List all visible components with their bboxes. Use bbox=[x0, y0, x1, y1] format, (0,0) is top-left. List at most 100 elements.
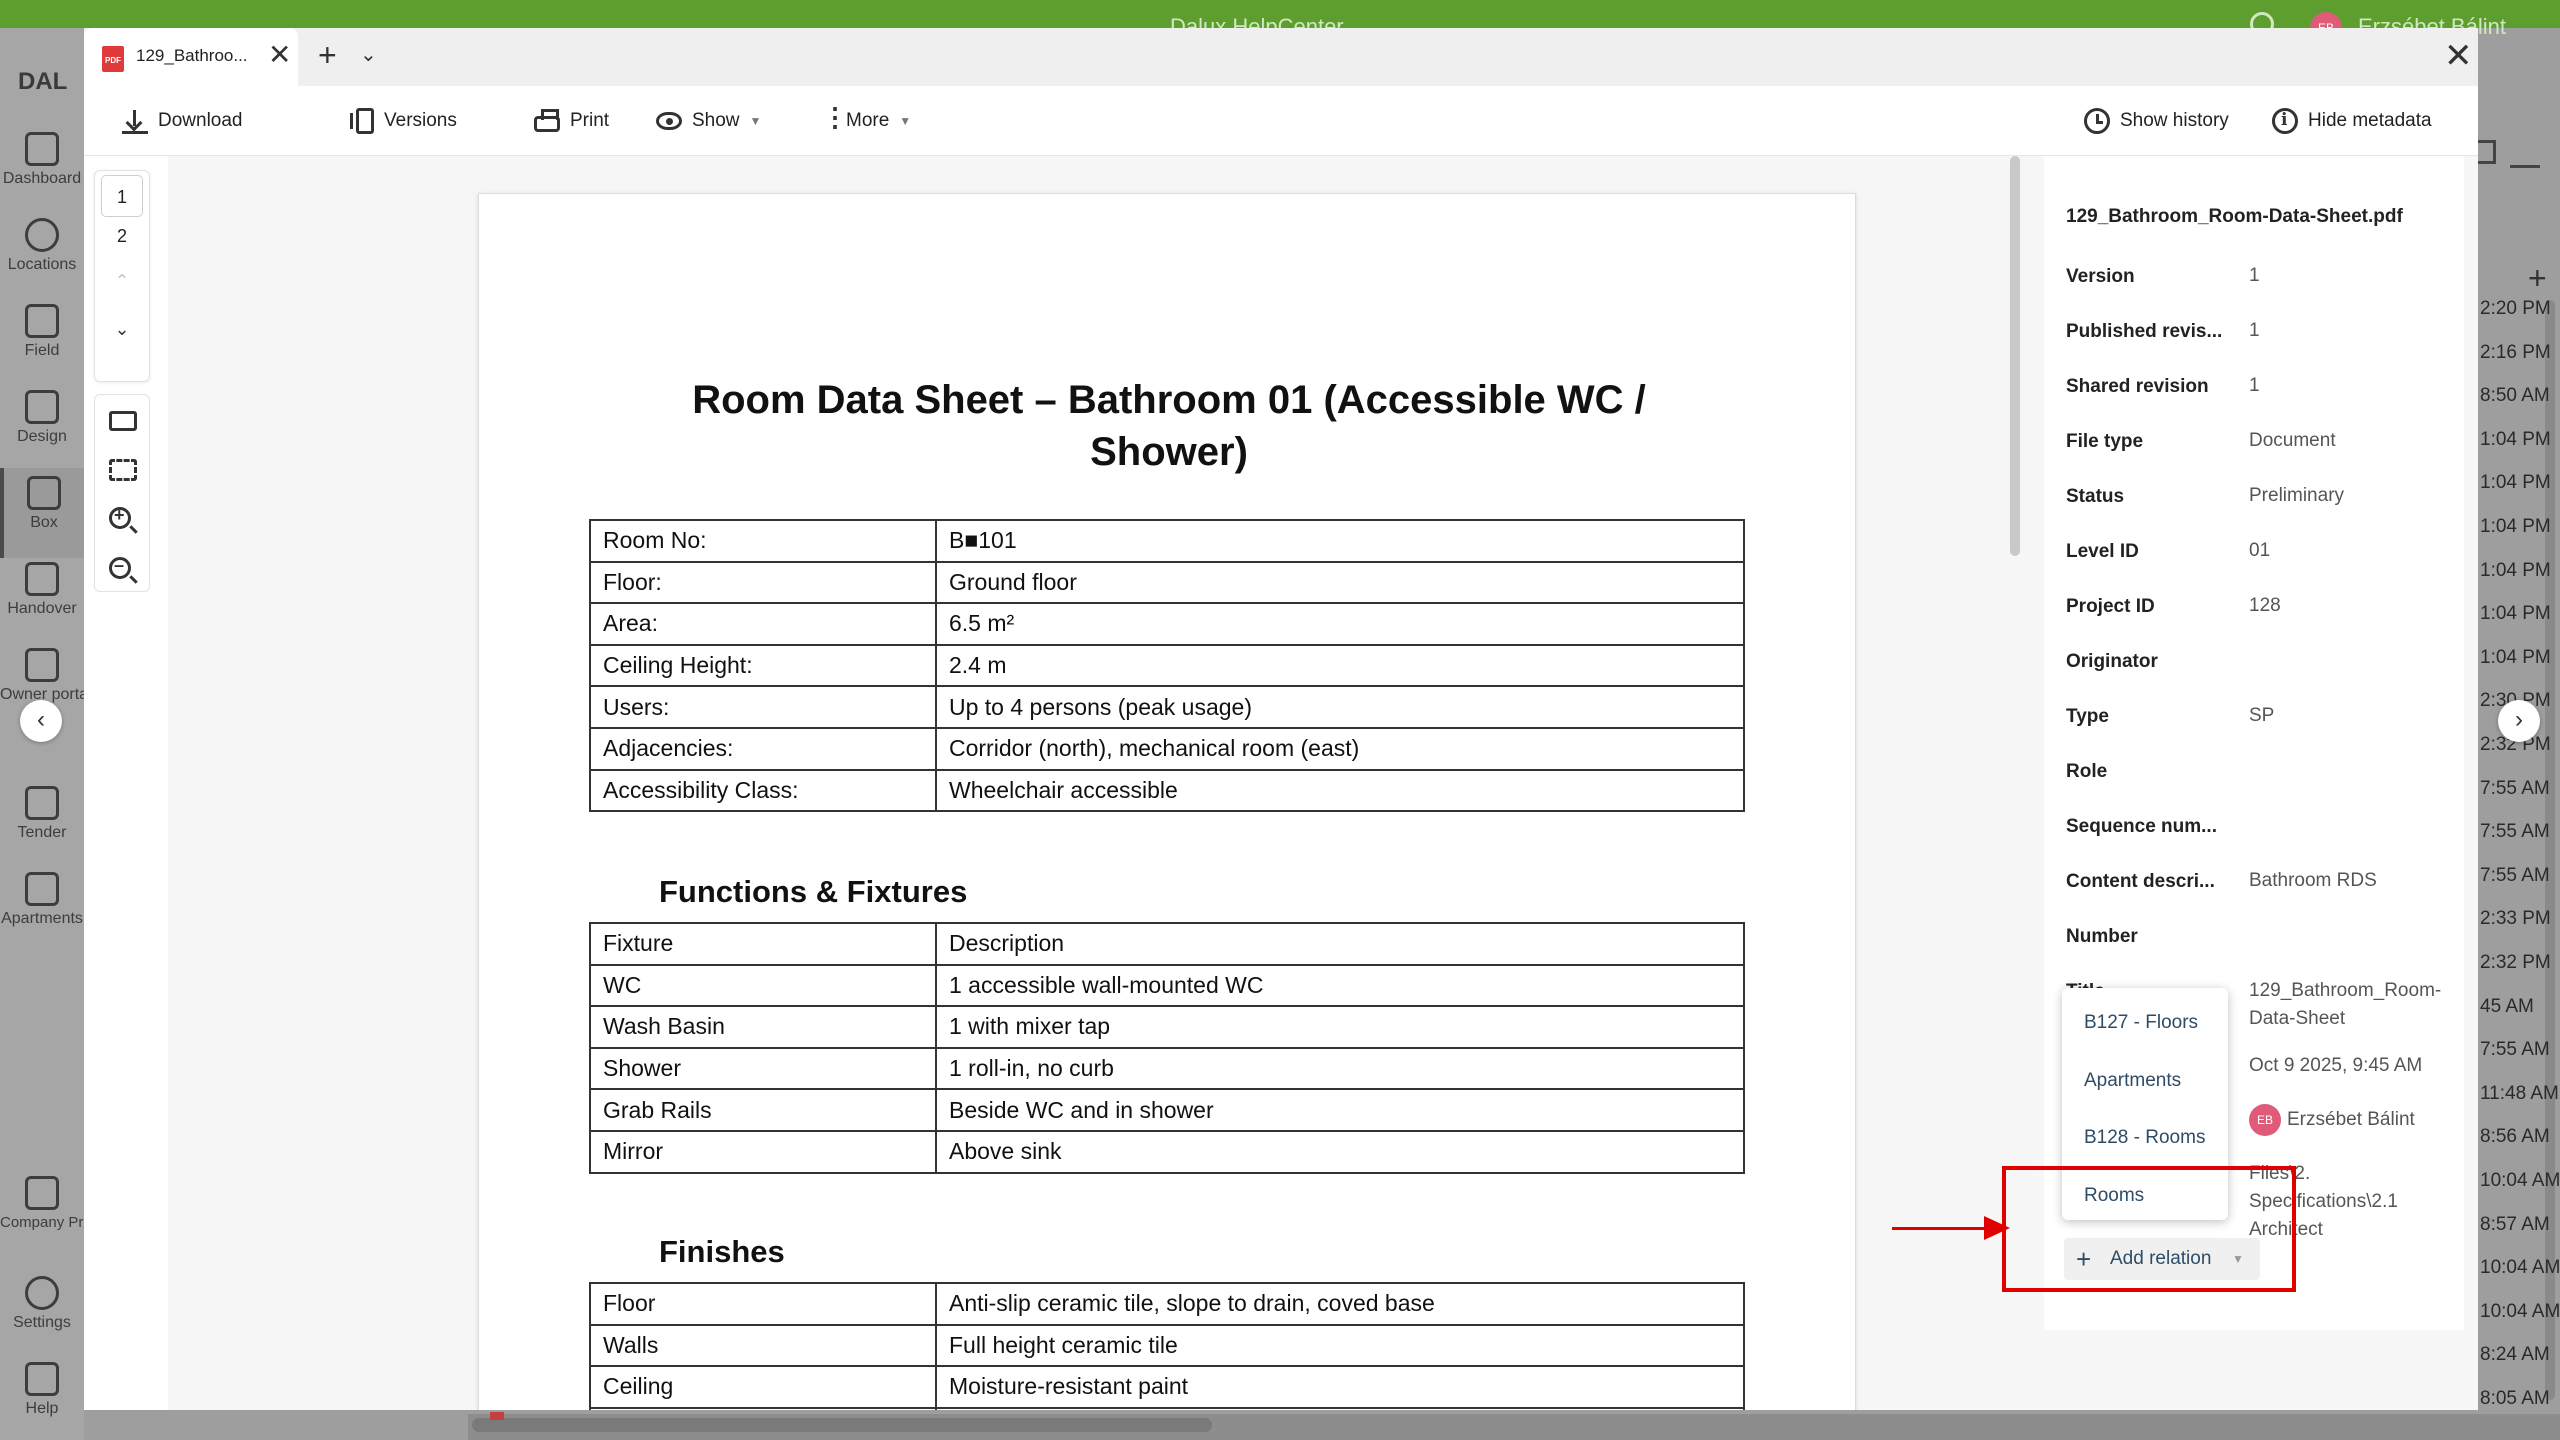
chevron-down-icon[interactable]: ⌄ bbox=[95, 319, 149, 340]
table-key-cell: WC bbox=[589, 963, 937, 1008]
key-icon bbox=[25, 872, 59, 906]
metadata-key: Content descri... bbox=[2066, 871, 2215, 892]
background-timestamp: 1:04 PM bbox=[2480, 646, 2551, 668]
sidebar-item-tender[interactable]: Tender bbox=[0, 778, 84, 868]
sidebar-item-handover[interactable]: Handover bbox=[0, 554, 84, 644]
table-value-cell: 2.4 m bbox=[935, 643, 1745, 688]
table-row: Mirror Above sink bbox=[589, 1129, 1745, 1174]
metadata-value: 129_Bathroom_Room-Data-Sheet bbox=[2249, 980, 2442, 1029]
page-1-button[interactable]: 1 bbox=[101, 175, 143, 217]
sidebar-item-settings[interactable]: Settings bbox=[0, 1268, 84, 1358]
table-row: JunctionsMovement joint at midheight jun… bbox=[589, 1406, 1745, 1410]
page-navigator: 1 2 ⌃ ⌄ bbox=[94, 170, 150, 382]
metadata-key: Originator bbox=[2066, 651, 2158, 672]
sidebar-item-design[interactable]: Design bbox=[0, 382, 84, 472]
dalux-logo: DAL bbox=[18, 68, 68, 95]
metadata-value: 1 bbox=[2249, 320, 2260, 341]
sidebar-item-company-profile[interactable]: Company Profile bbox=[0, 1168, 84, 1268]
download-button[interactable]: Download bbox=[122, 86, 243, 156]
horizontal-scrollbar[interactable] bbox=[472, 1418, 1212, 1432]
show-dropdown[interactable]: Show ▼ bbox=[656, 86, 761, 156]
versions-label: Versions bbox=[384, 110, 457, 131]
document-scrollbar[interactable] bbox=[2010, 156, 2020, 556]
table-value-cell: 1 with mixer tap bbox=[935, 1005, 1745, 1049]
table-value-cell: Corridor (north), mechanical room (east) bbox=[935, 726, 1745, 771]
sidebar-item-label: Locations bbox=[7, 256, 77, 273]
table-key-cell: Wash Basin bbox=[589, 1005, 937, 1049]
background-timestamp: 8:50 AM bbox=[2480, 385, 2550, 407]
pdf-marker bbox=[490, 1412, 504, 1420]
bar-chart-icon[interactable] bbox=[2510, 140, 2540, 168]
table-value-cell: 1 accessible wall-mounted WC bbox=[935, 963, 1745, 1008]
background-timestamp: 7:55 AM bbox=[2480, 1039, 2550, 1061]
metadata-key: Number bbox=[2066, 926, 2138, 947]
sidebar-item-label: Box bbox=[30, 514, 58, 531]
viewer-toolbar: Download Versions Print Show ▼ More ▼ Show… bbox=[84, 86, 2478, 156]
sidebar-item-box[interactable]: Box bbox=[0, 468, 84, 558]
dashboard-icon bbox=[25, 132, 59, 166]
metadata-key: Type bbox=[2066, 706, 2109, 727]
relation-option-apartments[interactable]: Apartments bbox=[2084, 1070, 2181, 1092]
background-timestamp: 1:04 PM bbox=[2480, 472, 2551, 494]
table-value-cell: Full height ceramic tile bbox=[935, 1323, 1745, 1368]
new-tab-button[interactable]: + bbox=[318, 38, 337, 72]
close-viewer-button[interactable]: ✕ bbox=[2444, 38, 2473, 74]
print-button[interactable]: Print bbox=[534, 86, 609, 156]
tab-close-button[interactable]: ✕ bbox=[268, 40, 291, 70]
more-dropdown[interactable]: More ▼ bbox=[822, 86, 911, 156]
download-label: Download bbox=[158, 110, 243, 131]
table-key-cell: Grab Rails bbox=[589, 1088, 937, 1132]
annotation-arrow bbox=[1892, 1227, 1988, 1230]
sidebar-item-locations[interactable]: Locations bbox=[0, 210, 84, 300]
sidebar-item-label: Tender bbox=[17, 824, 67, 841]
zoom-in-icon[interactable] bbox=[109, 505, 131, 529]
table-row: Ceiling Height: 2.4 m bbox=[589, 643, 1745, 688]
metadata-filename: 129_Bathroom_Room-Data-Sheet.pdf bbox=[2066, 206, 2403, 227]
chevron-up-icon[interactable]: ⌃ bbox=[95, 271, 149, 292]
metadata-value: Bathroom RDS bbox=[2249, 870, 2377, 891]
background-timestamp: 2:20 PM bbox=[2480, 298, 2551, 319]
metadata-key: Shared revision bbox=[2066, 376, 2209, 397]
metadata-key: File type bbox=[2066, 431, 2144, 452]
metadata-key: Published revis... bbox=[2066, 321, 2223, 342]
history-icon bbox=[2084, 108, 2110, 134]
sidebar-item-field[interactable]: Field bbox=[0, 296, 84, 386]
sidebar-item-label: Company Profile bbox=[0, 1214, 84, 1231]
page-2-button[interactable]: 2 bbox=[101, 215, 143, 257]
show-history-label: Show history bbox=[2120, 110, 2229, 131]
zoom-tools bbox=[94, 394, 150, 592]
background-timestamp: 1:04 PM bbox=[2480, 516, 2551, 537]
fit-width-icon[interactable] bbox=[109, 411, 137, 431]
sidebar-item-apartments[interactable]: Apartments bbox=[0, 864, 84, 954]
printer-icon bbox=[534, 109, 560, 132]
cube-icon bbox=[25, 390, 59, 424]
show-history-button[interactable]: Show history bbox=[2084, 86, 2229, 156]
zoom-out-icon[interactable] bbox=[109, 555, 131, 579]
sidebar-item-help[interactable]: Help bbox=[0, 1354, 84, 1440]
caret-down-icon: ▼ bbox=[749, 114, 762, 128]
table-value-cell: Beside WC and in shower bbox=[935, 1088, 1745, 1132]
tab-file[interactable]: PDF 129_Bathroo... ✕ bbox=[84, 28, 298, 86]
versions-icon bbox=[350, 108, 374, 134]
relation-option-b128-rooms[interactable]: B128 - Rooms bbox=[2084, 1127, 2205, 1149]
versions-button[interactable]: Versions bbox=[350, 86, 457, 156]
metadata-key: Status bbox=[2066, 486, 2125, 507]
add-icon[interactable]: + bbox=[2528, 260, 2547, 297]
relation-option-b127-floors[interactable]: B127 - Floors bbox=[2084, 1012, 2198, 1034]
background-timestamp: 11:48 AM bbox=[2480, 1082, 2559, 1104]
sidebar-collapse-button[interactable]: ‹ bbox=[20, 700, 62, 742]
background-timestamp: 8:05 AM bbox=[2480, 1388, 2550, 1409]
metadata-value: Document bbox=[2249, 430, 2336, 451]
uploaded-value: Oct 9 2025, 9:45 AM bbox=[2249, 1055, 2423, 1076]
document-canvas[interactable]: Room Data Sheet – Bathroom 01 (Accessibl… bbox=[168, 156, 2098, 1410]
table-value-cell: Anti-slip ceramic tile, slope to drain, … bbox=[935, 1282, 1745, 1326]
more-vertical-icon bbox=[822, 102, 848, 134]
chevron-down-icon[interactable]: ⌄ bbox=[360, 42, 377, 67]
sidebar-item-dashboard[interactable]: Dashboard bbox=[0, 124, 84, 214]
table-key-cell: Shower bbox=[589, 1046, 937, 1091]
hide-metadata-button[interactable]: Hide metadata bbox=[2272, 86, 2432, 156]
fit-page-icon[interactable] bbox=[109, 459, 137, 481]
finishes-table: Floor Anti-slip ceramic tile, slope to dr… bbox=[589, 1282, 1745, 1410]
table-value-cell: 1 roll-in, no curb bbox=[935, 1046, 1745, 1091]
next-file-button[interactable]: › bbox=[2498, 700, 2540, 742]
